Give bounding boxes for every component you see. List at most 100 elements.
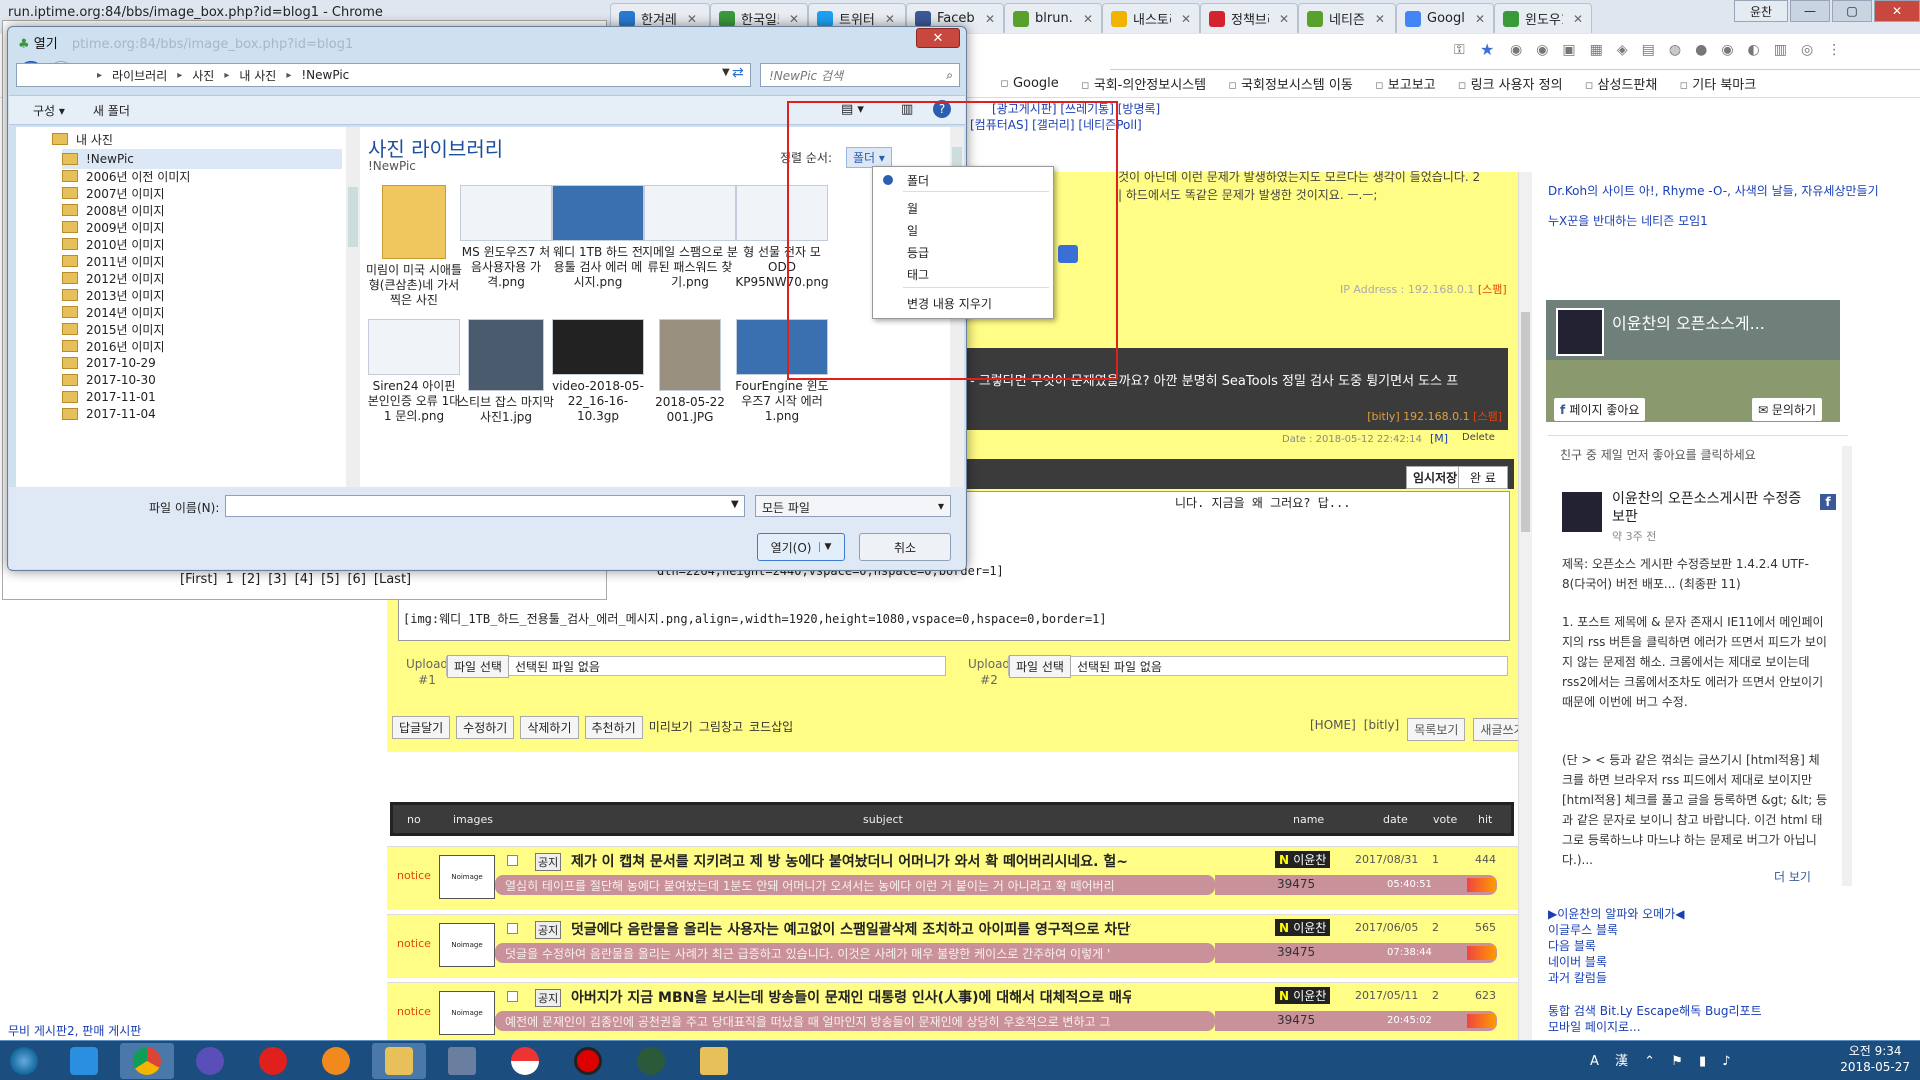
breadcrumb-item[interactable]: 사진 xyxy=(192,67,214,84)
browser-tab[interactable]: 네티즌 ✕ xyxy=(1298,3,1396,33)
explorer-icon[interactable] xyxy=(687,1043,741,1079)
post-checkbox[interactable] xyxy=(507,855,518,866)
app-tool-icon[interactable] xyxy=(372,1042,426,1079)
app-book-icon[interactable] xyxy=(435,1043,489,1079)
pager-item[interactable]: [First] xyxy=(180,572,218,587)
board-tool-link[interactable]: 그림창고 xyxy=(699,716,743,739)
temp-save-button[interactable]: 임시저장 xyxy=(1406,466,1465,489)
post-subject[interactable]: 아버지가 지금 MBN을 보시는데 방송들이 문재인 대통령 인사(人事)에 대… xyxy=(571,987,1131,1007)
post-thumbnail[interactable]: Noimage xyxy=(439,923,495,967)
fb-scrollbar[interactable] xyxy=(1842,446,1852,886)
post-thumbnail[interactable]: Noimage xyxy=(439,991,495,1035)
maximize-button[interactable]: ▢ xyxy=(1832,0,1872,22)
board-action-button[interactable]: 추천하기 xyxy=(584,716,643,739)
browser-tab[interactable]: blrun.ne ✕ xyxy=(1004,3,1102,33)
dialog-search-input[interactable]: !NewPic 검색 ⌕ xyxy=(760,63,960,87)
close-button[interactable]: ✕ xyxy=(1874,0,1920,22)
address-dropdown-icon[interactable]: ▼ xyxy=(722,67,730,78)
blog-link[interactable]: 이글루스 블록 xyxy=(1548,922,1685,938)
recorder-icon[interactable] xyxy=(561,1043,615,1079)
bookmark-item[interactable]: ▫ 국회정보시스템 이동 xyxy=(1228,74,1353,93)
tab-close-icon[interactable]: ✕ xyxy=(789,12,799,26)
file-type-select[interactable]: 모든 파일 ▾ xyxy=(755,495,951,517)
cancel-button[interactable]: 취소 xyxy=(859,533,951,561)
home-link[interactable]: [HOME] xyxy=(1310,718,1356,741)
friend-links-2[interactable]: 누X꾼을 반대하는 네티즌 모임1 xyxy=(1548,212,1708,229)
breadcrumb-item[interactable]: 내 사진 xyxy=(239,67,276,84)
tab-close-icon[interactable]: ✕ xyxy=(985,12,995,26)
minimize-button[interactable]: — xyxy=(1790,0,1830,22)
pager-item[interactable]: [4] xyxy=(295,572,313,587)
file-item[interactable]: MS 윈도우즈7 처음사용자용 가격.png xyxy=(458,185,554,290)
file-item[interactable]: Siren24 아이핀 본인인증 오류 1대1 문의.png xyxy=(366,319,462,424)
star-icon[interactable]: ★ xyxy=(1480,40,1494,59)
file-item[interactable]: 지메일 스팸으로 분류된 패스워드 찾기.png xyxy=(642,185,738,290)
clock[interactable]: 오전 9:34 2018-05-27 xyxy=(1840,1043,1910,1075)
file-item[interactable]: 2018-05-22 001.JPG xyxy=(642,319,738,425)
search-links[interactable]: 통합 검색 Bit.Ly Escape해독 Bug리포트 xyxy=(1548,1002,1762,1019)
fb-post-title[interactable]: 이윤찬의 오픈소스게시판 수정증보판 xyxy=(1612,490,1812,526)
blog-link[interactable]: 네이버 블록 xyxy=(1548,954,1685,970)
file-item[interactable]: 스티브 잡스 마지막 사진1.jpg xyxy=(458,319,554,425)
tree-scrollbar[interactable] xyxy=(346,127,360,487)
app-tree-icon[interactable] xyxy=(624,1043,678,1079)
pager-item[interactable]: [2] xyxy=(242,572,260,587)
tab-close-icon[interactable]: ✕ xyxy=(1279,12,1289,26)
post-author[interactable]: N 이윤찬 xyxy=(1275,919,1331,936)
board-action-button[interactable]: 수정하기 xyxy=(456,716,515,739)
dialog-close-button[interactable]: ✕ xyxy=(916,28,960,48)
done-button[interactable]: 완 료 xyxy=(1458,466,1508,489)
tab-close-icon[interactable]: ✕ xyxy=(1083,12,1093,26)
pager-item[interactable]: [3] xyxy=(268,572,286,587)
tree-item[interactable]: 2017-11-04 xyxy=(62,404,156,424)
pager-item[interactable]: 1 xyxy=(226,572,234,587)
friend-links[interactable]: Dr.Koh의 사이트 아!, Rhyme -O-, 사색의 날들, 자유세상만… xyxy=(1548,182,1879,199)
table-row[interactable]: notice Noimage 공지 덧글에다 음란물을 올리는 사용자는 예고없이 스… xyxy=(387,914,1520,978)
browser-tab[interactable]: 내스토리 ✕ xyxy=(1102,3,1200,33)
bookmark-item[interactable]: ▫ 기타 북마크 xyxy=(1679,74,1756,93)
tab-close-icon[interactable]: ✕ xyxy=(885,12,895,26)
mark-link[interactable]: [M] xyxy=(1430,432,1448,445)
page-scrollbar[interactable] xyxy=(1518,172,1532,1042)
file-item[interactable]: 미림이 미국 시애틀 형(큰삼촌)네 가서 찍은 사진 xyxy=(366,185,462,308)
blog-link[interactable]: 과거 칼럼들 xyxy=(1548,970,1685,986)
board-action-button[interactable]: 삭제하기 xyxy=(520,716,579,739)
table-row[interactable]: notice Noimage 공지 제가 이 캡쳐 문서를 지키려고 제 방 농에다 … xyxy=(387,846,1520,910)
bookmark-item[interactable]: ▫ 국회-의안정보시스템 xyxy=(1081,74,1206,93)
refresh-icon[interactable]: ⇄ xyxy=(732,65,744,81)
post-thumbnail[interactable]: Noimage xyxy=(439,855,495,899)
tab-close-icon[interactable]: ✕ xyxy=(687,12,697,26)
bookmark-item[interactable]: ▫ 보고보고 xyxy=(1375,74,1436,93)
board-tool-link[interactable]: 미리보기 xyxy=(649,716,693,739)
pager-item[interactable]: [5] xyxy=(321,572,339,587)
fb-message-button[interactable]: ✉ 문의하기 xyxy=(1752,398,1823,421)
ie-icon[interactable] xyxy=(57,1043,111,1079)
app-s-icon[interactable] xyxy=(183,1043,237,1079)
file-select-button-1[interactable]: 파일 선택 xyxy=(447,654,509,678)
new-folder-button[interactable]: 새 폴더 xyxy=(93,102,130,119)
start-button[interactable] xyxy=(0,1043,48,1079)
breadcrumb-item[interactable]: !NewPic xyxy=(301,68,349,82)
post-author[interactable]: N 이윤찬 xyxy=(1275,987,1331,1004)
filename-dropdown-icon[interactable]: ▼ xyxy=(731,499,739,510)
delete-link[interactable]: Delete xyxy=(1462,432,1495,443)
blog-link[interactable]: 다음 블록 xyxy=(1548,938,1685,954)
list-button[interactable]: 목록보기 xyxy=(1407,718,1466,741)
file-item[interactable]: video-2018-05-22_16-16-10.3gp xyxy=(550,319,646,424)
profile-button[interactable]: 윤찬 xyxy=(1734,0,1788,22)
fb-page-banner[interactable]: 이윤찬의 오픈소스게... f 페이지 좋아요 ✉ 문의하기 xyxy=(1546,300,1840,422)
tab-close-icon[interactable]: ✕ xyxy=(1181,12,1191,26)
filename-input[interactable] xyxy=(225,495,745,517)
post-author[interactable]: N 이윤찬 xyxy=(1275,851,1331,868)
tab-close-icon[interactable]: ✕ xyxy=(1375,12,1385,26)
tree-root[interactable]: 내 사진 xyxy=(52,129,113,149)
table-row[interactable]: notice Noimage 공지 아버지가 지금 MBN을 보시는데 방송들이 문재… xyxy=(387,982,1520,1046)
fb-more-link[interactable]: 더 보기 xyxy=(1774,868,1811,885)
bookmark-item[interactable]: ▫ Google xyxy=(1000,76,1059,91)
board-tool-link[interactable]: 코드삽입 xyxy=(749,716,793,739)
browser-tab[interactable]: 윈도우1 ✕ xyxy=(1494,3,1592,33)
fb-page-title[interactable]: 이윤찬의 오픈소스게... xyxy=(1612,310,1765,334)
app-pokeball-icon[interactable] xyxy=(498,1043,552,1079)
firefox-icon[interactable] xyxy=(309,1043,363,1079)
board-action-button[interactable]: 답글달기 xyxy=(392,716,451,739)
